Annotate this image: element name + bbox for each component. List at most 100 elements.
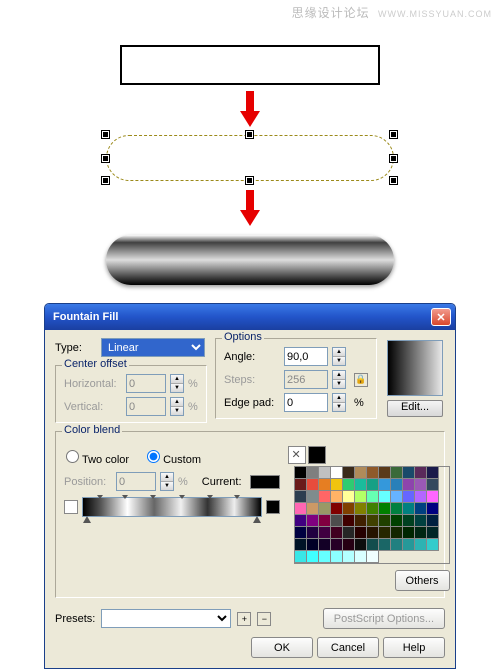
palette-swatch[interactable] xyxy=(343,467,355,479)
palette-swatch[interactable] xyxy=(307,479,319,491)
palette-swatch[interactable] xyxy=(367,515,379,527)
palette-swatch[interactable] xyxy=(319,467,331,479)
custom-radio[interactable]: Custom xyxy=(147,450,201,466)
palette-swatch[interactable] xyxy=(415,503,427,515)
palette-swatch[interactable] xyxy=(343,479,355,491)
gradient-editor[interactable] xyxy=(82,497,262,517)
palette-swatch[interactable] xyxy=(367,539,379,551)
gradient-end-swatch[interactable] xyxy=(266,500,280,514)
palette-swatch[interactable] xyxy=(331,515,343,527)
close-button[interactable]: ✕ xyxy=(431,308,451,326)
palette-swatch[interactable] xyxy=(295,491,307,503)
palette-swatch[interactable] xyxy=(331,551,343,563)
palette-swatch[interactable] xyxy=(403,491,415,503)
palette-swatch[interactable] xyxy=(355,467,367,479)
palette-swatch[interactable] xyxy=(427,527,439,539)
palette-swatch[interactable] xyxy=(367,551,379,563)
palette-swatch[interactable] xyxy=(295,467,307,479)
palette-swatch[interactable] xyxy=(391,539,403,551)
palette-swatch[interactable] xyxy=(331,479,343,491)
palette-swatch[interactable] xyxy=(307,515,319,527)
palette-swatch[interactable] xyxy=(331,491,343,503)
palette-swatch[interactable] xyxy=(295,503,307,515)
palette-swatch[interactable] xyxy=(391,515,403,527)
palette-swatch[interactable] xyxy=(427,503,439,515)
palette-swatch[interactable] xyxy=(379,491,391,503)
palette-swatch[interactable] xyxy=(391,527,403,539)
palette-swatch[interactable] xyxy=(355,527,367,539)
palette-swatch[interactable] xyxy=(307,527,319,539)
edgepad-spinner[interactable]: ▲▼ xyxy=(332,393,346,412)
palette-swatch[interactable] xyxy=(319,539,331,551)
palette-swatch[interactable] xyxy=(391,479,403,491)
palette-swatch[interactable] xyxy=(343,527,355,539)
color-palette[interactable] xyxy=(294,466,450,564)
palette-swatch[interactable] xyxy=(415,491,427,503)
palette-swatch[interactable] xyxy=(379,539,391,551)
titlebar[interactable]: Fountain Fill ✕ xyxy=(45,304,455,330)
palette-swatch[interactable] xyxy=(355,515,367,527)
type-select[interactable]: Linear xyxy=(101,338,205,357)
palette-swatch[interactable] xyxy=(403,467,415,479)
palette-swatch[interactable] xyxy=(319,491,331,503)
palette-swatch[interactable] xyxy=(343,491,355,503)
angle-spinner[interactable]: ▲▼ xyxy=(332,347,346,366)
presets-select[interactable] xyxy=(101,609,231,628)
palette-swatch[interactable] xyxy=(343,503,355,515)
palette-swatch[interactable] xyxy=(427,479,439,491)
palette-swatch[interactable] xyxy=(319,479,331,491)
palette-swatch[interactable] xyxy=(295,551,307,563)
lock-icon[interactable]: 🔒 xyxy=(354,373,368,387)
help-button[interactable]: Help xyxy=(383,637,445,658)
palette-swatch[interactable] xyxy=(415,479,427,491)
palette-swatch[interactable] xyxy=(391,467,403,479)
palette-swatch[interactable] xyxy=(415,539,427,551)
palette-swatch[interactable] xyxy=(295,527,307,539)
cancel-button[interactable]: Cancel xyxy=(317,637,379,658)
palette-swatch[interactable] xyxy=(367,503,379,515)
palette-swatch[interactable] xyxy=(427,539,439,551)
palette-swatch[interactable] xyxy=(415,527,427,539)
edit-button[interactable]: Edit... xyxy=(387,400,443,417)
palette-swatch[interactable] xyxy=(367,467,379,479)
palette-swatch[interactable] xyxy=(367,527,379,539)
palette-swatch[interactable] xyxy=(319,527,331,539)
twocolor-radio[interactable]: Two color xyxy=(66,450,129,466)
palette-swatch[interactable] xyxy=(415,515,427,527)
palette-swatch[interactable] xyxy=(403,479,415,491)
palette-swatch[interactable] xyxy=(295,539,307,551)
palette-swatch[interactable] xyxy=(403,515,415,527)
edgepad-input[interactable] xyxy=(284,393,328,412)
ok-button[interactable]: OK xyxy=(251,637,313,658)
preset-add-button[interactable]: + xyxy=(237,612,251,626)
palette-swatch[interactable] xyxy=(403,503,415,515)
palette-swatch[interactable] xyxy=(379,527,391,539)
palette-swatch[interactable] xyxy=(295,479,307,491)
palette-swatch[interactable] xyxy=(367,479,379,491)
palette-swatch[interactable] xyxy=(379,479,391,491)
palette-swatch[interactable] xyxy=(427,515,439,527)
palette-swatch[interactable] xyxy=(415,467,427,479)
palette-swatch[interactable] xyxy=(307,539,319,551)
palette-swatch[interactable] xyxy=(379,503,391,515)
palette-swatch[interactable] xyxy=(331,527,343,539)
palette-swatch[interactable] xyxy=(427,491,439,503)
palette-swatch[interactable] xyxy=(319,515,331,527)
palette-swatch[interactable] xyxy=(391,503,403,515)
palette-swatch[interactable] xyxy=(295,515,307,527)
palette-swatch[interactable] xyxy=(331,503,343,515)
preset-remove-button[interactable]: − xyxy=(257,612,271,626)
palette-swatch[interactable] xyxy=(427,467,439,479)
black-swatch[interactable] xyxy=(308,446,326,464)
palette-swatch[interactable] xyxy=(367,491,379,503)
palette-swatch[interactable] xyxy=(355,479,367,491)
palette-swatch[interactable] xyxy=(355,503,367,515)
palette-swatch[interactable] xyxy=(343,539,355,551)
palette-swatch[interactable] xyxy=(307,551,319,563)
palette-swatch[interactable] xyxy=(355,491,367,503)
palette-swatch[interactable] xyxy=(391,491,403,503)
palette-swatch[interactable] xyxy=(379,467,391,479)
palette-swatch[interactable] xyxy=(355,539,367,551)
palette-swatch[interactable] xyxy=(307,467,319,479)
gradient-start-swatch[interactable] xyxy=(64,500,78,514)
